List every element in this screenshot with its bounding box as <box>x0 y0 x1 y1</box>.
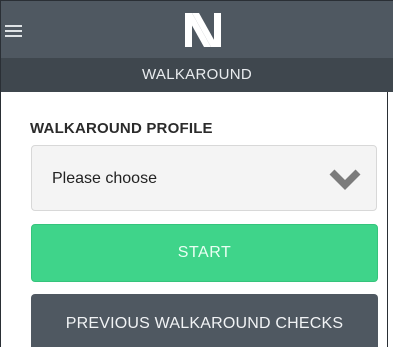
previous-walkaround-checks-button[interactable]: PREVIOUS WALKAROUND CHECKS <box>31 294 378 347</box>
sub-header: WALKAROUND <box>0 58 393 92</box>
logo <box>185 13 221 47</box>
profile-label: WALKAROUND PROFILE <box>30 120 213 137</box>
page-title: WALKAROUND <box>142 66 252 83</box>
top-bar <box>0 0 393 58</box>
chevron-down-icon <box>329 169 361 190</box>
start-button[interactable]: START <box>31 224 378 282</box>
right-border <box>387 92 388 347</box>
walkaround-profile-select[interactable]: Please choose <box>31 145 377 211</box>
select-value: Please choose <box>52 170 157 187</box>
app-screen: WALKAROUND WALKAROUND PROFILE Please cho… <box>0 0 393 347</box>
hamburger-menu-icon[interactable] <box>5 25 22 37</box>
start-button-label: START <box>177 244 232 261</box>
previous-button-label: PREVIOUS WALKAROUND CHECKS <box>65 315 344 332</box>
left-border <box>0 92 1 347</box>
